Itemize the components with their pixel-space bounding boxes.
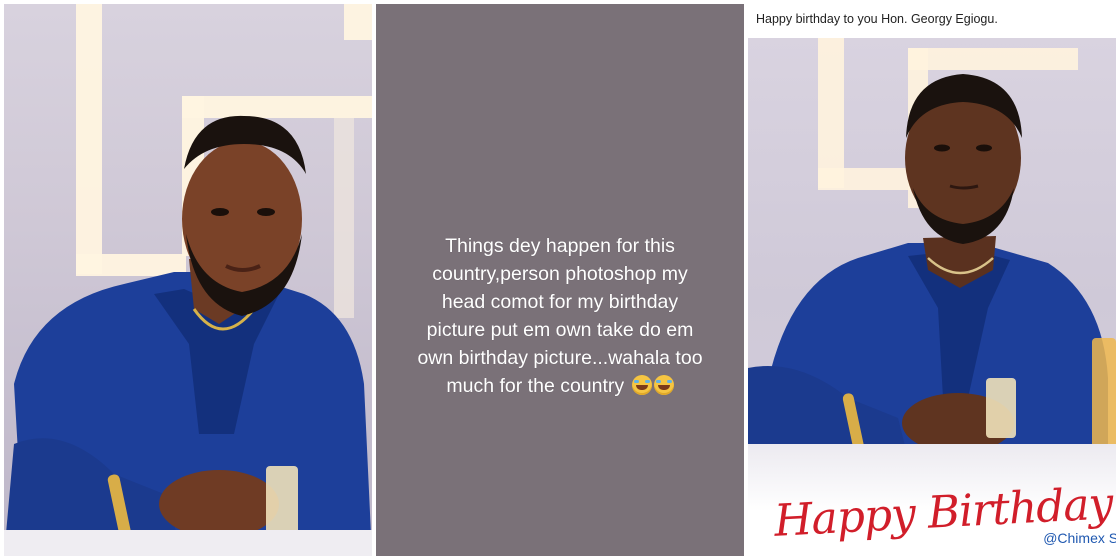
story-line: country,person photoshop my	[432, 263, 688, 285]
story-line: own birthday picture...wahala too	[417, 347, 703, 369]
story-line: picture put em own take do em	[426, 319, 694, 341]
story-line-last: much for the country	[380, 372, 740, 400]
story-line: Things dey happen for this	[445, 235, 675, 257]
edited-birthday-poster: Happy birthday to you Hon. Georgy Egiogu…	[748, 4, 1116, 556]
story-text-panel: Things dey happen for this country,perso…	[376, 4, 744, 556]
poster-image: Happy Birthday @Chimex St	[748, 38, 1116, 556]
laughing-tears-emoji-icon	[653, 375, 674, 395]
designer-credit: @Chimex St	[1043, 530, 1116, 546]
story-line: head comot for my birthday	[441, 291, 679, 313]
laughing-tears-emoji-icon	[631, 375, 652, 395]
original-birthday-photo	[4, 4, 372, 556]
story-line: much for the country	[446, 375, 625, 397]
story-message: Things dey happen for this country,perso…	[376, 232, 744, 400]
man-in-blue-suit-illustration	[4, 4, 372, 556]
post-caption: Happy birthday to you Hon. Georgy Egiogu…	[748, 4, 1116, 38]
